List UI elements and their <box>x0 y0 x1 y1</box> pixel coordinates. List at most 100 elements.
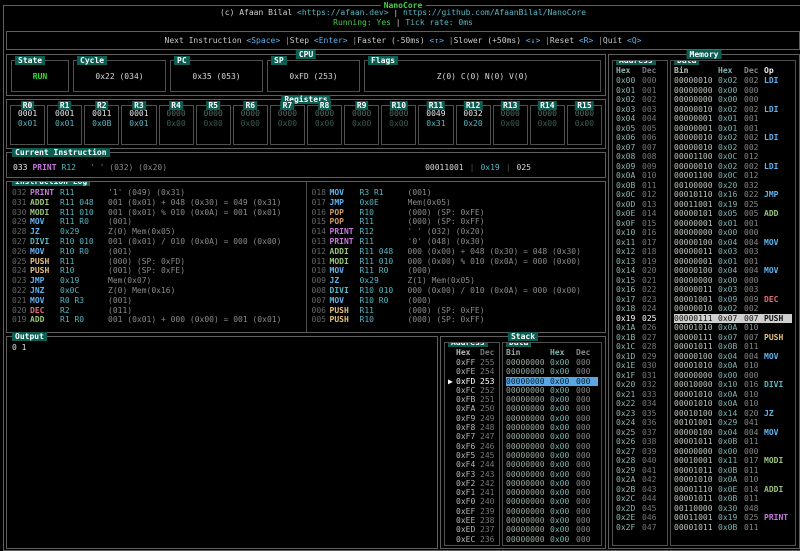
control-key[interactable]: <R> <box>579 36 593 45</box>
stack-value-bin: 00000000 <box>506 423 550 432</box>
memory-addr-dec: 018 <box>642 247 662 257</box>
stack-pointer-icon <box>448 460 456 469</box>
log-entry-args: R11 048 <box>360 247 408 257</box>
memory-value-hex: 0x03 <box>718 285 744 295</box>
output-panel: Output 0 1 <box>6 336 438 549</box>
log-entry: 005 PUSH R10 (000) (SP: 0xFF) <box>312 315 603 325</box>
control-item[interactable]: Slower (+50ms) <↓> | <box>454 36 550 45</box>
memory-data-title: Data <box>674 60 699 65</box>
stack-value-dec: 000 <box>576 395 594 404</box>
stack-address-rows[interactable]: 0xFF 255 0xFE 254 ▶ 0xFD <box>448 358 496 544</box>
memory-data-row: 00000100 0x04 004 MOV <box>674 266 792 276</box>
memory-addr-dec: 046 <box>642 513 662 523</box>
memory-value-dec: 041 <box>744 418 764 428</box>
control-key[interactable]: <↓> <box>526 36 540 45</box>
memory-value-hex: 0x0B <box>718 342 744 352</box>
register-dec-value: 0000 <box>531 109 564 119</box>
log-entry-args: R10 <box>360 208 408 218</box>
log-entry-num: 031 <box>12 198 30 208</box>
memory-addr-hex: 0x0A <box>616 171 642 181</box>
memory-value-dec: 009 <box>744 295 764 305</box>
log-entry: 024 PUSH R10 (001) (SP: 0xFE) <box>12 266 303 276</box>
memory-value-opcode <box>764 523 792 533</box>
memory-value-bin: 00010001 <box>674 456 718 466</box>
memory-value-opcode: ADD <box>764 209 792 219</box>
memory-value-opcode <box>764 200 792 210</box>
author-link[interactable]: <https://afaan.dev> <box>297 8 389 17</box>
stack-data-rows[interactable]: 00000000 0x00 000 00000000 0x00 000 <box>506 358 598 544</box>
memory-value-bin: 00000000 <box>674 86 718 96</box>
memory-value-dec: 002 <box>744 76 764 86</box>
memory-value-opcode <box>764 494 792 504</box>
memory-address-title: Address <box>616 60 656 65</box>
memory-address-row: 0x0E 014 <box>616 209 664 219</box>
repo-link[interactable]: https://github.com/AfaanBilal/NanoCore <box>403 8 586 17</box>
control-key[interactable]: <Enter> <box>314 36 348 45</box>
memory-data-row: 00001010 0x0A 010 <box>674 399 792 409</box>
memory-address-rows[interactable]: 0x00 000 0x01 001 0x02 002 <box>616 76 664 532</box>
stack-value-dec: 000 <box>576 423 594 432</box>
memory-address-row: 0x29 041 <box>616 466 664 476</box>
register-hex-value: 0x00 <box>345 119 378 129</box>
log-entry-opcode: DIVI <box>330 286 360 296</box>
control-item[interactable]: Next Instruction <Space> | <box>165 36 290 45</box>
stack-value-bin: 00000000 <box>506 479 550 488</box>
memory-value-dec: 001 <box>744 257 764 267</box>
cpu-pc-label: PC <box>174 56 190 65</box>
memory-value-opcode: PRINT <box>764 513 792 523</box>
memory-value-bin: 00001110 <box>674 485 718 495</box>
memory-value-hex: 0x00 <box>718 371 744 381</box>
log-entry: 030 MODI R11 010 001 (0x01) % 010 (0x0A)… <box>12 208 303 218</box>
stack-addr-dec: 246 <box>480 442 496 451</box>
register-dec-value: 0000 <box>382 109 415 119</box>
memory-address-row: 0x22 034 <box>616 399 664 409</box>
left-column: CPU State RUN Cycle 0x22 (034) PC 0x35 (… <box>6 54 606 549</box>
control-key[interactable]: <Space> <box>246 36 280 45</box>
stack-value-hex: 0x00 <box>550 488 576 497</box>
stack-address-row: 0xF8 248 <box>448 423 496 432</box>
control-item[interactable]: Faster (-50ms) <↑> | <box>357 36 453 45</box>
log-entry-num: 020 <box>12 306 30 316</box>
stack-value-hex: 0x00 <box>550 442 576 451</box>
memory-addr-dec: 012 <box>642 190 662 200</box>
memory-value-opcode <box>764 447 792 457</box>
memory-addr-hex: 0x0F <box>616 219 642 229</box>
memory-addr-hex: 0x29 <box>616 466 642 476</box>
memory-data-row: 00010110 0x16 022 JMP <box>674 190 792 200</box>
memory-address-row: 0x16 022 <box>616 285 664 295</box>
memory-addr-hex: 0x09 <box>616 162 642 172</box>
instruction-log-left-column[interactable]: 032 PRINT R11 '1' (049) (0x31) 031 ADDI … <box>7 182 306 332</box>
log-entry-num: 019 <box>12 315 30 325</box>
control-key[interactable]: <↑> <box>429 36 443 45</box>
memory-value-opcode: MOV <box>764 238 792 248</box>
log-entry-args: R11 <box>60 188 108 198</box>
control-item[interactable]: Reset <R> | <box>550 36 603 45</box>
stack-pointer-icon <box>448 535 456 544</box>
memory-address-row: 0x01 001 <box>616 86 664 96</box>
log-entry-num: 021 <box>12 296 30 306</box>
memory-value-opcode: MODI <box>764 456 792 466</box>
register-hex-value: 0x00 <box>531 119 564 129</box>
register-cell: R14 0000 0x00 <box>530 105 565 145</box>
stack-value-hex: 0x00 <box>550 377 576 386</box>
log-entry-opcode: PUSH <box>30 257 60 267</box>
stack-addr-dec: 238 <box>480 516 496 525</box>
memory-data-rows[interactable]: 00000010 0x02 002 LDI 00000000 0x00 000 <box>674 76 792 532</box>
memory-addr-dec: 003 <box>642 105 662 115</box>
memory-value-bin: 00001100 <box>674 171 718 181</box>
memory-address-row: 0x23 035 <box>616 409 664 419</box>
memory-addr-hex: 0x05 <box>616 124 642 134</box>
instruction-log-right-column[interactable]: 018 MOV R3 R1 (001) 017 JMP 0x0E Mem(0x0… <box>306 182 606 332</box>
memory-value-hex: 0x16 <box>718 190 744 200</box>
control-key[interactable]: <Q> <box>627 36 641 45</box>
memory-value-hex: 0x00 <box>718 447 744 457</box>
stack-value-dec: 000 <box>576 497 594 506</box>
control-item[interactable]: Step <Enter> | <box>290 36 357 45</box>
stack-value-hex: 0x00 <box>550 451 576 460</box>
log-entry-args: 0x0E <box>360 198 408 208</box>
stack-addr-hex: 0xF3 <box>456 470 480 479</box>
memory-addr-hex: 0x1A <box>616 323 642 333</box>
memory-addr-hex: 0x10 <box>616 228 642 238</box>
memory-address-row: 0x0B 011 <box>616 181 664 191</box>
control-item[interactable]: Quit <Q> | <box>603 36 642 45</box>
